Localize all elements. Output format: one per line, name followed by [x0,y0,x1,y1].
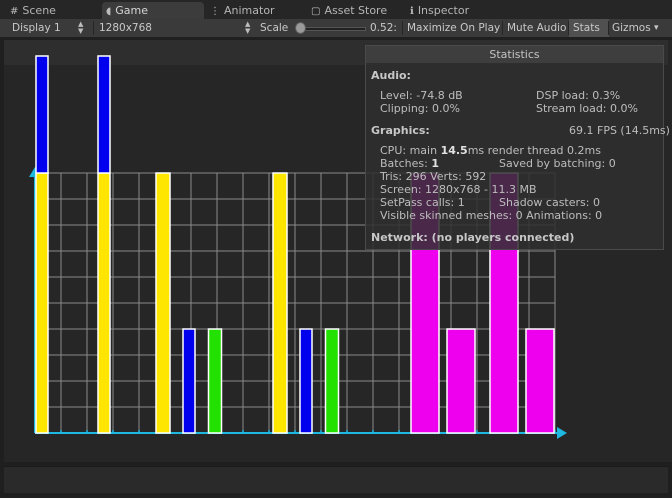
cpu-stats: CPU: main 14.5ms render thread 0.2ms [380,144,601,157]
fps-readout: 69.1 FPS (14.5ms) [569,124,670,137]
audio-clipping: Clipping: 0.0% [380,102,460,115]
bar-2-stack [97,55,111,174]
shadow-casters: Shadow casters: 0 [499,196,600,209]
bar-1 [35,172,49,434]
audio-level: Level: -74.8 dB [380,89,463,102]
bar-12 [525,328,555,434]
bar-5 [207,328,223,434]
statistics-panel: Statistics Audio: Level: -74.8 dB DSP lo… [365,45,670,250]
bar-7 [299,328,313,434]
stream-load: Stream load: 0.0% [536,102,638,115]
setpass-calls: SetPass calls: 1 [380,196,465,209]
bar-2 [97,172,111,434]
audio-header: Audio: [371,69,411,82]
skinned-meshes: Visible skinned meshes: 0 Animations: 0 [380,209,603,222]
bottom-panel [4,466,668,493]
tris-verts: Tris: 296 Verts: 592 [380,170,487,183]
network-status: Network: (no players connected) [371,231,575,244]
bar-1-stack [35,55,49,174]
batches: Batches: 1 [380,157,439,170]
bar-8 [324,328,340,434]
screen-stats: Screen: 1280x768 - 11.3 MB [380,183,537,196]
bar-10 [446,328,476,434]
statistics-title: Statistics [366,46,663,63]
graphics-header: Graphics: [371,124,430,137]
saved-by-batching: Saved by batching: 0 [499,157,616,170]
dsp-load: DSP load: 0.3% [536,89,621,102]
x-axis-arrow [557,427,567,439]
bar-6 [272,172,288,434]
bar-4 [182,328,196,434]
bar-3 [155,172,171,434]
